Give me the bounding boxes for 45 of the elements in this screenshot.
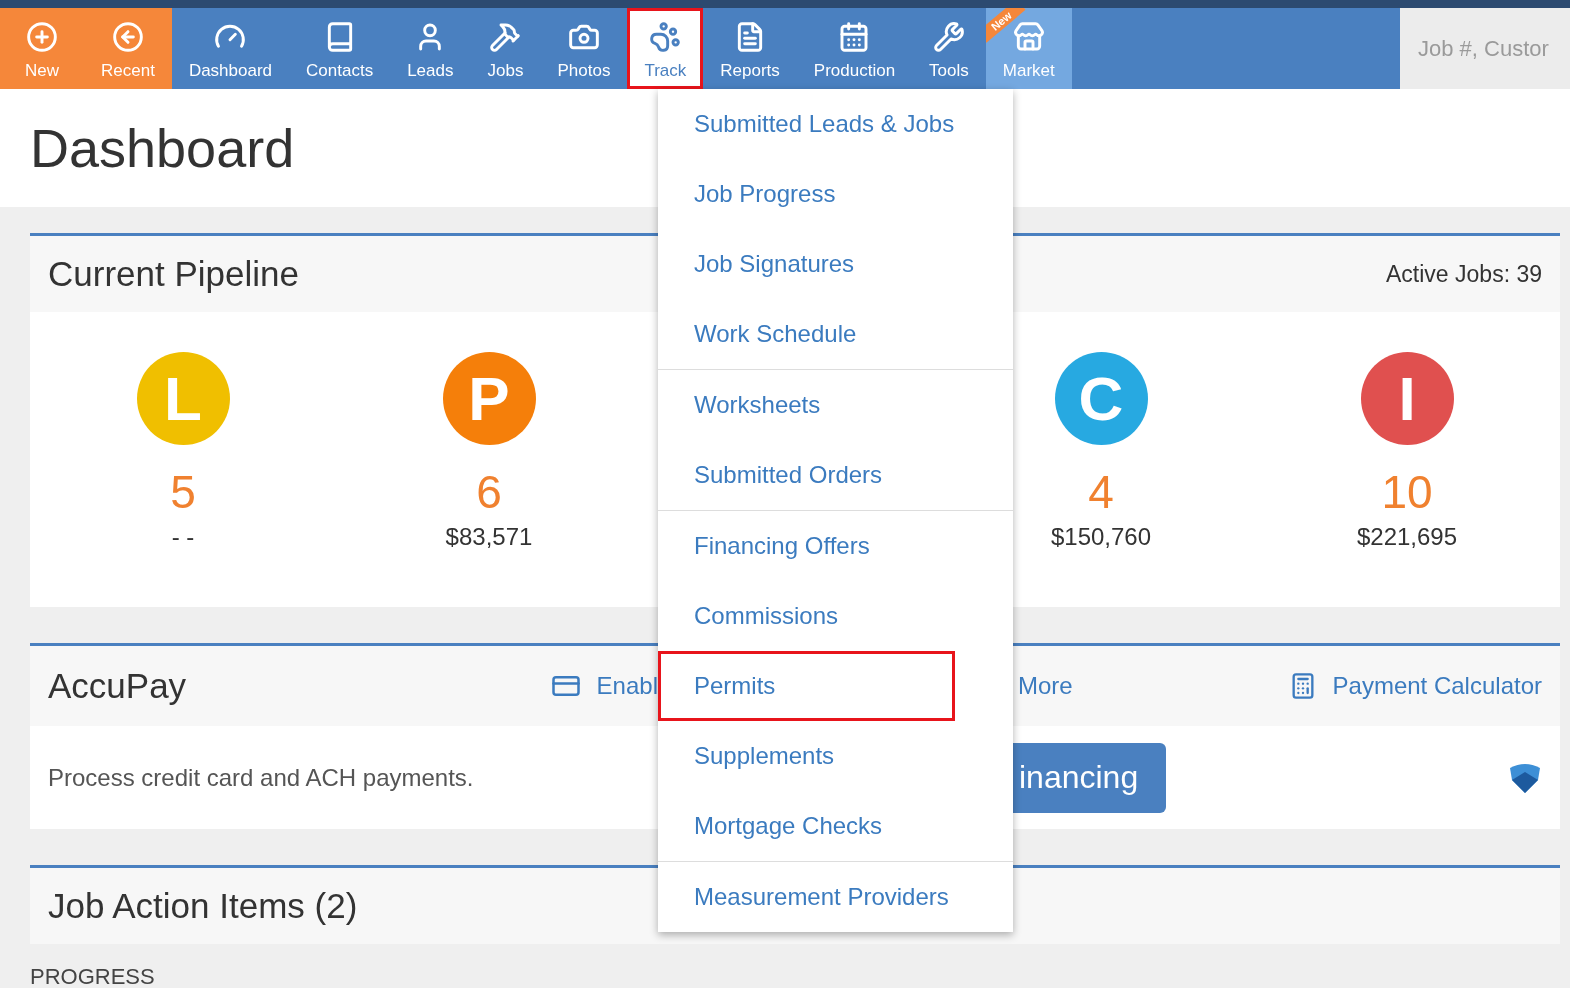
- payment-calculator-link[interactable]: Payment Calculator: [1288, 672, 1542, 700]
- more-link[interactable]: More: [1018, 672, 1073, 700]
- stage-letter-circle: I: [1360, 352, 1454, 445]
- menu-item[interactable]: Job Signatures: [658, 229, 1013, 299]
- card-title: Current Pipeline: [48, 254, 299, 294]
- hammer-icon: [489, 21, 522, 53]
- store-icon: [1012, 21, 1045, 53]
- financing-button[interactable]: inancing: [1013, 742, 1167, 813]
- stage-letter-circle: P: [442, 352, 536, 445]
- stage-letter-circle: C: [1054, 352, 1148, 445]
- nav-item[interactable]: New: [0, 8, 84, 89]
- wrench-icon: [932, 21, 965, 53]
- card-title: Job Action Items (2): [48, 886, 358, 926]
- paw-print-icon: [649, 21, 682, 53]
- stage-count: 4: [1088, 465, 1114, 519]
- stage-amount: - -: [171, 523, 195, 551]
- menu-item[interactable]: Submitted Orders: [658, 440, 1013, 510]
- stage-count: 10: [1381, 465, 1433, 519]
- menu-item[interactable]: Measurement Providers: [658, 862, 1013, 932]
- search-field[interactable]: Job #, Custor: [1400, 8, 1570, 89]
- page-title: Dashboard: [30, 117, 295, 179]
- stage-count: 5: [170, 465, 196, 519]
- menu-item[interactable]: Supplements: [658, 721, 1013, 791]
- menu-item[interactable]: Work Schedule: [658, 299, 1013, 369]
- section-label: PROGRESS: [30, 964, 155, 988]
- card-title: AccuPay: [48, 666, 187, 706]
- menu-item[interactable]: Mortgage Checks: [658, 791, 1013, 861]
- menu-item[interactable]: Financing Offers: [658, 511, 1013, 581]
- stage-count: 6: [476, 465, 502, 519]
- plus-circle-icon: [26, 21, 58, 53]
- menu-item[interactable]: Commissions: [658, 581, 1013, 651]
- menu-item[interactable]: Worksheets: [658, 370, 1013, 440]
- stage-amount: $221,695: [1356, 523, 1458, 551]
- menu-item[interactable]: Submitted Leads & Jobs: [658, 89, 1013, 159]
- nav-item[interactable]: Recent: [84, 8, 172, 89]
- nav-item[interactable]: Track: [627, 8, 704, 89]
- shield-icon: [1508, 761, 1542, 794]
- menu-item[interactable]: Job Progress: [658, 159, 1013, 229]
- stage-amount: $150,760: [1050, 523, 1152, 551]
- stage-letter-circle: L: [136, 352, 230, 445]
- active-jobs-count: Active Jobs: 39: [1386, 260, 1542, 288]
- menu-item[interactable]: Permits: [658, 651, 955, 721]
- stage-amount: $83,571: [445, 523, 533, 551]
- description-text: Process credit card and ACH payments.: [48, 763, 474, 792]
- enable-link[interactable]: Enabl: [550, 671, 658, 701]
